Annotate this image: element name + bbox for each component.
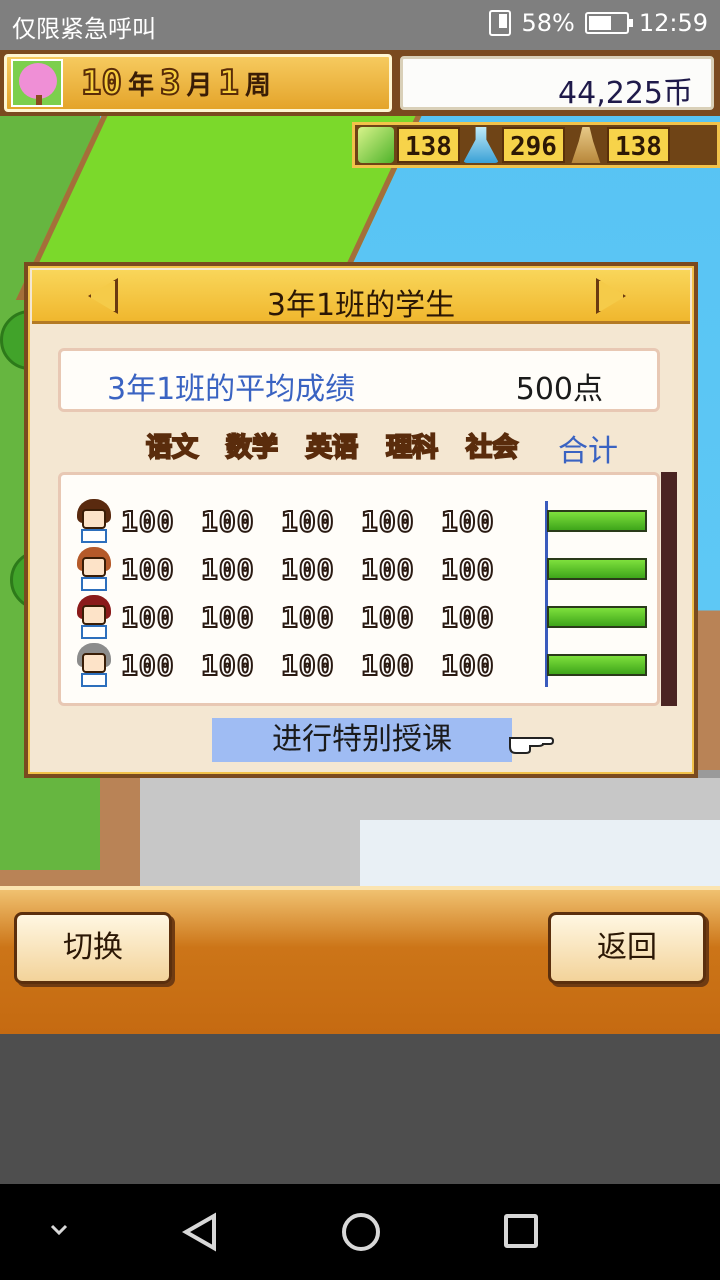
student-row[interactable]: 100 100 100 100 100 (75, 547, 521, 591)
pencil-icon (358, 127, 394, 163)
clock: 12:59 (638, 9, 708, 37)
student-row[interactable]: 100 100 100 100 100 (75, 595, 521, 639)
subject-header-chinese: 语文 (145, 432, 199, 464)
class-students-dialog: 3年1班的学生 3年1班的平均成绩 500点 语文 数学 英语 理科 社会 合计… (24, 262, 698, 778)
student-score: 100 (200, 600, 255, 635)
resource-value: 296 (501, 127, 565, 163)
status-right: 58% 12:59 (489, 9, 708, 37)
student-score: 100 (440, 600, 495, 635)
student-score: 100 (120, 600, 175, 635)
month-unit: 月 (186, 71, 213, 101)
student-score: 100 (360, 648, 415, 683)
bottom-command-bar: 切换 返回 (0, 886, 720, 1034)
subject-header-total: 合计 (558, 434, 618, 469)
chevron-down-icon[interactable] (48, 1218, 70, 1240)
resource-flask: 296 (460, 125, 565, 165)
student-score: 100 (280, 504, 335, 539)
status-bar: 仅限紧急呼叫 58% 12:59 (0, 0, 720, 50)
subject-headers: 语文 数学 英语 理科 社会 合计 (140, 426, 618, 470)
top-hud: 10 年 3 月 1 周 44,225币 (0, 50, 720, 116)
student-score: 100 (360, 552, 415, 587)
sim-icon (489, 10, 512, 36)
date-text: 10 年 3 月 1 周 (80, 62, 271, 104)
recent-apps-icon[interactable] (504, 1214, 538, 1248)
student-avatar (75, 499, 113, 543)
scrollbar[interactable] (661, 472, 677, 706)
back-triangle-icon[interactable] (180, 1212, 220, 1252)
home-circle-icon[interactable] (342, 1213, 380, 1251)
resource-value: 138 (606, 127, 670, 163)
flask-icon (462, 127, 499, 163)
empty-area (0, 1034, 720, 1184)
battery-percent: 58% (521, 9, 575, 37)
student-score: 100 (120, 648, 175, 683)
subject-header-science: 理科 (385, 432, 439, 464)
student-score: 100 (360, 504, 415, 539)
student-score: 100 (280, 600, 335, 635)
subject-header-english: 英语 (305, 432, 359, 464)
battery-icon (584, 12, 633, 34)
money-value: 44,225币 (558, 76, 693, 111)
dialog-header: 3年1班的学生 (32, 270, 690, 324)
system-nav-bar (0, 1184, 720, 1280)
resource-bar: 138 296 138 (352, 122, 720, 168)
resource-pencil: 138 (355, 125, 460, 165)
date-panel[interactable]: 10 年 3 月 1 周 (4, 54, 392, 112)
subject-header-math: 数学 (225, 432, 279, 464)
student-score-table: 100 100 100 100 100 100 100 100 100 100 100 100 100 1… (58, 472, 677, 706)
student-score: 100 (440, 504, 495, 539)
year-number: 10 (80, 62, 123, 104)
month-number: 3 (159, 62, 182, 104)
student-score: 100 (440, 648, 495, 683)
student-score: 100 (120, 552, 175, 587)
student-score: 100 (200, 504, 255, 539)
total-score-bar (547, 510, 647, 532)
back-button[interactable]: 返回 (548, 912, 706, 984)
student-score: 100 (280, 552, 335, 587)
student-score: 100 (440, 552, 495, 587)
week-number: 1 (217, 62, 240, 104)
student-score: 100 (360, 600, 415, 635)
total-score-bar (547, 558, 647, 580)
money-display: 44,225币 (400, 56, 714, 111)
resource-value: 138 (397, 127, 460, 163)
week-unit: 周 (244, 71, 271, 101)
student-avatar (75, 547, 113, 591)
student-row[interactable]: 100 100 100 100 100 (75, 643, 521, 687)
total-score-bar (547, 654, 647, 676)
student-score: 100 (200, 552, 255, 587)
student-avatar (75, 643, 113, 687)
student-score: 100 (120, 504, 175, 539)
carrier-text: 仅限紧急呼叫 (12, 15, 156, 43)
average-label: 3年1班的平均成绩 (107, 372, 356, 407)
student-score: 100 (280, 648, 335, 683)
pointing-hand-icon (509, 737, 554, 754)
student-avatar (75, 595, 113, 639)
year-unit: 年 (127, 71, 154, 101)
dialog-title: 3年1班的学生 (266, 288, 456, 323)
average-score-box: 3年1班的平均成绩 500点 (58, 348, 660, 412)
resource-pawn: 138 (565, 125, 670, 165)
student-score: 100 (200, 648, 255, 683)
total-score-bar (547, 606, 647, 628)
average-value: 500点 (515, 372, 603, 407)
special-lesson-button[interactable]: 进行特别授课 (212, 718, 512, 762)
student-row[interactable]: 100 100 100 100 100 (75, 499, 521, 543)
subject-header-social: 社会 (465, 432, 519, 464)
switch-button[interactable]: 切换 (14, 912, 172, 984)
pawn-icon (571, 127, 601, 163)
season-tree-icon (11, 59, 63, 107)
